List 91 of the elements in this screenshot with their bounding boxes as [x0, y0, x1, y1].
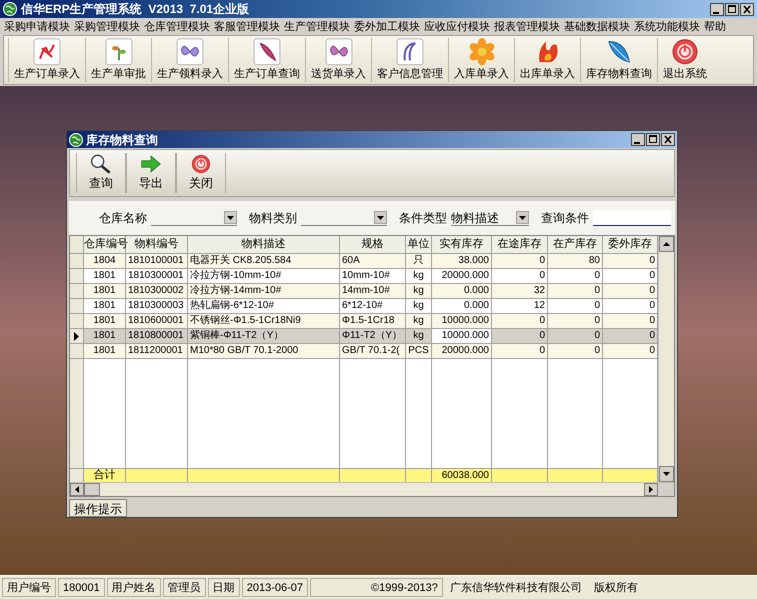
menu-item[interactable]: 基础数据模块: [562, 18, 632, 34]
toolbar-button[interactable]: 退出系统: [657, 38, 712, 82]
row-header: [70, 254, 84, 269]
power-icon: [670, 38, 700, 66]
toolbar-button[interactable]: 客户信息管理: [371, 38, 448, 82]
filter-label: 物料类别: [249, 210, 297, 227]
horizontal-scrollbar[interactable]: [70, 482, 674, 496]
table-cell: 1801: [84, 344, 126, 359]
table-cell: PCS: [406, 344, 432, 359]
row-header: [70, 269, 84, 284]
menu-item[interactable]: 生产管理模块: [282, 18, 352, 34]
window-title: 信华ERP生产管理系统 V2013 7.01企业版: [21, 1, 250, 18]
status-cell: 管理员: [162, 578, 206, 597]
menu-item[interactable]: 仓库管理模块: [142, 18, 212, 34]
hint-tab[interactable]: 操作提示: [69, 499, 127, 517]
status-cell: ©1999-2013?: [310, 578, 443, 597]
row-header: [70, 284, 84, 299]
minimize-button[interactable]: [710, 2, 724, 16]
menu-item[interactable]: 报表管理模块: [492, 18, 562, 34]
menu-item[interactable]: 系统功能模块: [632, 18, 702, 34]
table-cell: GB/T 70.1-2(: [340, 344, 406, 359]
status-cell-text: 广东信华软件科技有限公司: [448, 580, 583, 596]
total-label: 合计: [94, 469, 116, 481]
filter-label: 查询条件: [541, 210, 589, 227]
ribbon-icon: [32, 38, 62, 66]
current-row-icon: [74, 332, 79, 340]
table-row[interactable]: 1801 1811200001 M10*80 GB/T 70.1-2000 GB/T 70.1-2( PCS 20000.000 0 0 0: [70, 344, 658, 359]
table-cell: 1811200001: [126, 344, 188, 359]
menu-item[interactable]: 采购管理模块: [72, 18, 142, 34]
status-cell: 用户编号: [2, 578, 56, 597]
scroll-down-icon: [663, 472, 670, 476]
butterfly-icon: [324, 38, 354, 66]
table-cell: 0: [492, 344, 548, 359]
dropdown-field[interactable]: 物料描述: [451, 210, 529, 226]
table-row[interactable]: 1801 1810600001 不锈钢丝-Φ1.5-1Cr18Ni9 Φ1.5-1Cr18 kg 10000.000 0 0 0: [70, 314, 658, 329]
filter-label: 条件类型: [399, 210, 447, 227]
close-button[interactable]: [661, 133, 675, 146]
scroll-up-icon: [663, 242, 670, 246]
row-header: [70, 299, 84, 314]
vertical-scrollbar[interactable]: [658, 236, 674, 482]
filter-label: 仓库名称: [99, 210, 147, 227]
app-logo-icon: [3, 2, 17, 16]
butterfly-icon: [175, 38, 205, 66]
table-cell: 10000.000: [432, 329, 492, 344]
maximize-button[interactable]: [646, 133, 660, 146]
toolbar-button[interactable]: 生产订单查询: [228, 38, 305, 82]
table-row[interactable]: 1801 1810300003 热轧扁钢-6*12-10# 6*12-10# kg 0.000 12 0 0: [70, 299, 658, 314]
toolbar-button[interactable]: 库存物料查询: [580, 38, 657, 82]
feather-icon: [252, 38, 282, 66]
dropdown-arrow-icon: [227, 216, 234, 220]
swirl-icon: [395, 38, 425, 66]
menu-item[interactable]: 委外加工模块: [352, 18, 422, 34]
table-row[interactable]: 1801 1810800001 紫铜棒-Φ11-T2（Y） Φ11-T2（Y） kg 10000.000 0 0 0: [70, 329, 658, 344]
toolbar-button[interactable]: 生产单审批: [85, 38, 151, 82]
toolbar-button[interactable]: 导出: [126, 153, 176, 193]
status-cell: 2013-06-07: [242, 578, 308, 597]
table-row[interactable]: 1804 1810100001 电器开关 CK8.205.584 60A 只 38.000 0 80 0: [70, 254, 658, 269]
dropdown-arrow-icon: [377, 216, 384, 220]
scroll-right-icon: [649, 486, 653, 493]
flower-icon: [104, 38, 134, 66]
app-logo-icon: [69, 132, 83, 146]
toolbar-button[interactable]: 生产领料录入: [151, 38, 228, 82]
table-cell: M10*80 GB/T 70.1-2000: [188, 344, 340, 359]
toolbar-button[interactable]: 出库单录入: [514, 38, 580, 82]
table-row[interactable]: 1801 1810300001 冷拉方钢-10mm-10# 10mm-10# kg 20000.000 0 0 0: [70, 269, 658, 284]
table-row[interactable]: 1801 1810300002 冷拉方钢-14mm-10# 14mm-10# kg 0.000 32 0 0: [70, 284, 658, 299]
status-cell: 日期: [208, 578, 240, 597]
flower-icon: [466, 38, 496, 66]
status-cell-text: 版权所有: [592, 581, 639, 596]
menu-item[interactable]: 客服管理模块: [212, 18, 282, 34]
toolbar-button[interactable]: 关闭: [176, 153, 226, 193]
menu-item[interactable]: 采购申请模块: [2, 18, 72, 34]
toolbar-button[interactable]: 生产订单录入: [8, 38, 85, 82]
scroll-left-icon: [75, 486, 79, 493]
dropdown-arrow-icon: [519, 216, 526, 220]
window-title: 库存物料查询: [86, 132, 158, 148]
input-field[interactable]: [593, 210, 671, 226]
toolbar-button[interactable]: 查询: [76, 153, 126, 193]
close-button[interactable]: [740, 2, 754, 16]
toolbar-button[interactable]: 送货单录入: [305, 38, 371, 82]
row-header: [70, 314, 84, 329]
table-cell: 0: [548, 344, 603, 359]
menu-item[interactable]: 应收应付模块: [422, 18, 492, 34]
table-cell: 20000.000: [432, 344, 492, 359]
minimize-button[interactable]: [631, 133, 645, 146]
status-cell: 180001: [58, 578, 105, 597]
maximize-button[interactable]: [725, 2, 739, 16]
toolbar-button[interactable]: 入库单录入: [448, 38, 514, 82]
status-cell: 用户姓名: [106, 578, 161, 597]
menu-item[interactable]: 帮助: [702, 18, 728, 34]
total-value: 60038.000: [442, 470, 489, 481]
